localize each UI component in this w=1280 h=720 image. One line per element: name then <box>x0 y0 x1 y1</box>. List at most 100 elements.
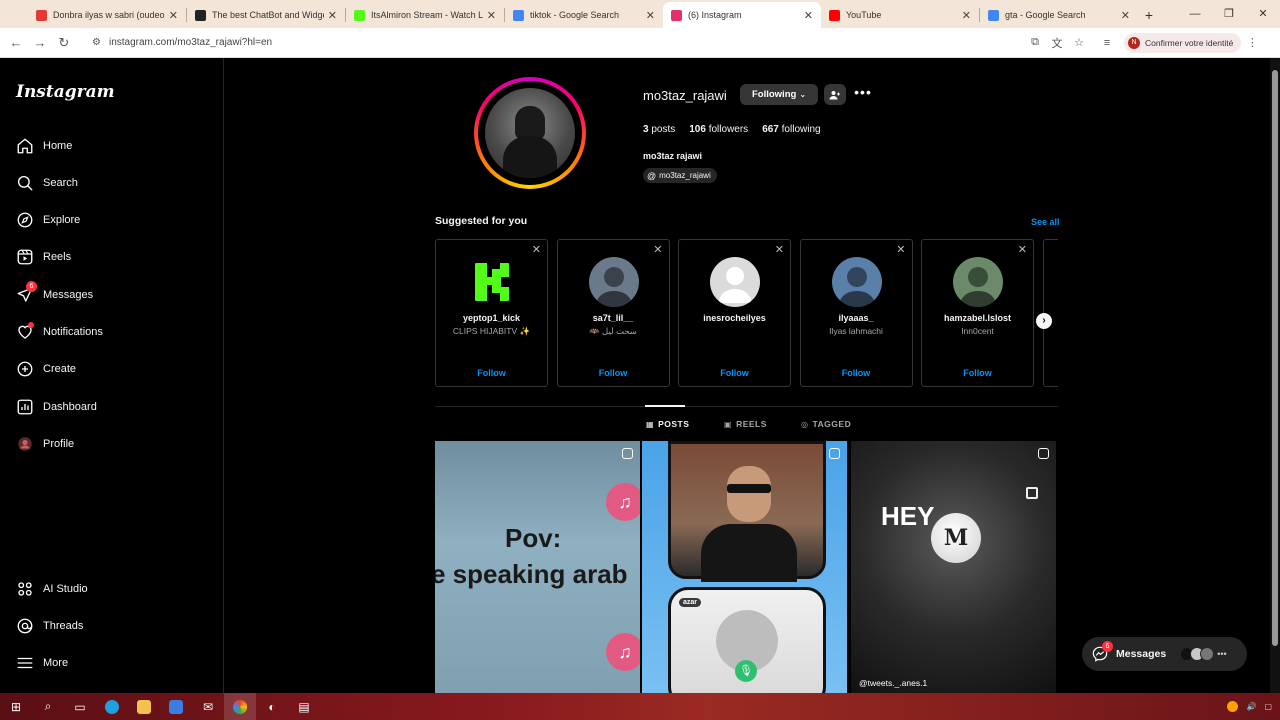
identity-button[interactable]: N Confirmer votre identité <box>1124 32 1242 53</box>
forward-button[interactable]: → <box>28 35 52 50</box>
follow-button[interactable]: Follow <box>436 368 547 378</box>
browser-menu-icon[interactable]: ⋮ <box>1241 36 1263 49</box>
mail-icon[interactable]: ✉ <box>192 693 224 720</box>
post-thumbnail[interactable]: Pov: e speaking arab ♫ ♫ <box>435 441 640 693</box>
avatar[interactable] <box>953 257 1003 307</box>
bookmark-star-icon[interactable]: ☆ <box>1068 36 1090 49</box>
dismiss-suggestion-icon[interactable]: ✕ <box>775 243 784 256</box>
sidebar-item-threads[interactable]: Threads <box>16 614 83 638</box>
file-explorer-icon[interactable] <box>128 693 160 720</box>
profile-avatar-story-ring[interactable] <box>474 77 586 189</box>
notification-center-icon[interactable]: ▢ <box>1264 702 1272 711</box>
follow-button[interactable]: Follow <box>679 368 790 378</box>
following-stat[interactable]: 667 following <box>762 124 820 135</box>
reload-button[interactable]: ↻ <box>52 35 76 51</box>
browser-tab[interactable]: ItsAlmiron Stream - Watch Live ✕ <box>346 2 504 28</box>
browser-tab[interactable]: tiktok - Google Search ✕ <box>505 2 663 28</box>
browser-tab[interactable]: Donbra ilyas w sabri (oudeo m... ✕ <box>28 2 186 28</box>
close-tab-icon[interactable]: ✕ <box>804 9 813 22</box>
suggested-user-card[interactable]: ✕ sa7t_lil__ 🦇 سحت ليل Follow <box>556 239 670 387</box>
close-tab-icon[interactable]: ✕ <box>646 9 655 22</box>
see-all-link[interactable]: See all <box>1031 217 1060 227</box>
volume-icon[interactable]: 🔊 <box>1246 702 1256 711</box>
sidebar-item-search[interactable]: Search <box>16 171 78 195</box>
dismiss-suggestion-icon[interactable]: ✕ <box>653 243 662 256</box>
avatar[interactable] <box>710 257 760 307</box>
app-icon[interactable]: ◐ <box>256 693 288 720</box>
avatar[interactable] <box>831 257 882 307</box>
follow-button[interactable]: Follow <box>922 368 1033 378</box>
threads-badge[interactable]: @ mo3taz_rajawi <box>643 168 717 183</box>
search-icon[interactable]: ⌕ <box>32 693 64 720</box>
tab-tagged[interactable]: ◎ TAGGED <box>801 419 851 429</box>
suggested-user-card[interactable]: ✕ hamzabel.lslost Inn0cent Follow <box>921 239 1034 387</box>
close-tab-icon[interactable]: ✕ <box>962 9 971 22</box>
sidebar-item-dashboard[interactable]: Dashboard <box>16 395 97 419</box>
sidebar-item-ai-studio[interactable]: AI Studio <box>16 577 88 601</box>
suggested-users-button[interactable] <box>824 84 846 105</box>
page-scrollbar[interactable] <box>1270 58 1280 693</box>
translate-icon[interactable]: 文 <box>1046 35 1068 51</box>
close-tab-icon[interactable]: ✕ <box>169 9 178 22</box>
sidebar-item-create[interactable]: Create <box>16 357 76 381</box>
suggested-username[interactable]: yeptop1_kick <box>436 313 547 323</box>
carousel-next-icon[interactable]: › <box>1036 313 1052 329</box>
app-icon[interactable]: ▤ <box>288 693 320 720</box>
site-info-icon[interactable]: ⚙ <box>92 37 101 48</box>
suggested-user-card[interactable]: ✕ inesrocheilyes Follow <box>678 239 791 387</box>
suggested-username[interactable]: inesrocheilyes <box>679 313 790 323</box>
install-app-icon[interactable]: ⧉ <box>1024 36 1046 49</box>
sidebar-item-home[interactable]: Home <box>16 134 72 158</box>
browser-tab[interactable]: (6) Instagram ✕ <box>663 2 821 28</box>
sidebar-item-messages[interactable]: 6 Messages <box>16 281 93 307</box>
sidebar-item-explore[interactable]: Explore <box>16 208 80 232</box>
browser-tab[interactable]: YouTube ✕ <box>821 2 979 28</box>
back-button[interactable]: ← <box>4 35 28 50</box>
suggested-username[interactable]: sa7t_lil__ <box>558 313 669 323</box>
new-tab-button[interactable]: + <box>1138 2 1160 28</box>
sidebar-item-reels[interactable]: Reels <box>16 245 71 269</box>
dismiss-suggestion-icon[interactable]: ✕ <box>1018 243 1027 256</box>
close-tab-icon[interactable]: ✕ <box>328 9 337 22</box>
suggested-username[interactable]: ilyaaas_ <box>801 313 912 323</box>
avatar[interactable] <box>588 257 639 307</box>
tab-posts[interactable]: ▦ POSTS <box>646 419 689 429</box>
store-icon[interactable] <box>160 693 192 720</box>
chrome-browser-icon[interactable] <box>224 693 256 720</box>
post-thumbnail[interactable]: HEY M @tweets._.anes.1 <box>851 441 1056 693</box>
messages-floating-button[interactable]: 6 Messages ••• <box>1082 637 1247 671</box>
sidebar-item-profile[interactable]: Profile <box>16 432 74 456</box>
close-tab-icon[interactable]: ✕ <box>487 9 496 22</box>
maximize-button[interactable]: ❐ <box>1212 0 1246 28</box>
post-thumbnail[interactable]: azar 🎙 <box>642 441 847 693</box>
browser-tab[interactable]: The best ChatBot and Widgets ✕ <box>187 2 345 28</box>
address-bar[interactable]: ⚙ instagram.com/mo3taz_rajawi?hl=en <box>84 31 1024 54</box>
sidebar-item-notifications[interactable]: Notifications <box>16 320 103 344</box>
instagram-logo[interactable]: Instagram <box>16 82 115 102</box>
following-button[interactable]: Following ⌄ <box>740 84 818 105</box>
suggested-user-card[interactable]: ✕ yeptop1_kick CLIPS HIJABITV ✨ Follow <box>435 239 548 387</box>
sidebar-item-more[interactable]: More <box>16 651 68 675</box>
follow-button[interactable]: Follow <box>558 368 669 378</box>
follow-button[interactable]: Follow <box>801 368 912 378</box>
tab-title: (6) Instagram <box>688 10 742 20</box>
suggested-user-card[interactable]: ✕ ilyaaas_ Ilyas lahmachi Follow <box>799 239 913 387</box>
weather-icon[interactable] <box>1227 701 1239 712</box>
more-options-icon[interactable]: ••• <box>854 84 872 105</box>
task-view-icon[interactable]: ▭ <box>64 693 96 720</box>
minimize-button[interactable]: — <box>1178 0 1212 28</box>
start-button[interactable]: ⊞ <box>0 693 32 720</box>
dismiss-suggestion-icon[interactable]: ✕ <box>532 243 541 256</box>
reel-indicator-icon <box>1038 448 1049 459</box>
close-tab-icon[interactable]: ✕ <box>1121 9 1130 22</box>
followers-stat[interactable]: 106 followers <box>689 124 748 135</box>
dismiss-suggestion-icon[interactable]: ✕ <box>896 243 905 256</box>
suggested-username[interactable]: hamzabel.lslost <box>922 313 1033 323</box>
edge-browser-icon[interactable] <box>96 693 128 720</box>
scrollbar-thumb[interactable] <box>1272 70 1278 646</box>
avatar[interactable] <box>467 257 517 307</box>
close-window-button[interactable]: ✕ <box>1246 0 1280 28</box>
browser-tab[interactable]: gta - Google Search ✕ <box>980 2 1138 28</box>
reading-list-icon[interactable]: ≡ <box>1096 37 1118 49</box>
tab-reels[interactable]: ▣ REELS <box>724 419 767 429</box>
